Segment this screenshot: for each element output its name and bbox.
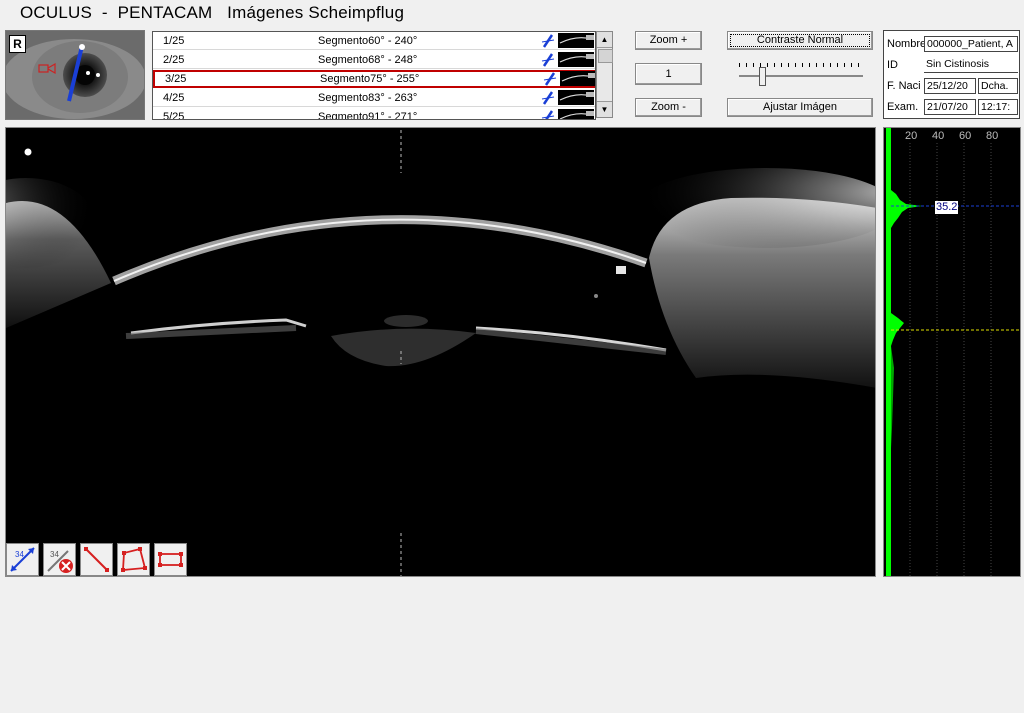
segment-list-scrollbar[interactable]: ▲ ▼ bbox=[596, 31, 613, 118]
segment-number: 5/25 bbox=[163, 111, 185, 120]
scroll-down-arrow-icon[interactable]: ▼ bbox=[597, 101, 612, 117]
line-tool[interactable] bbox=[80, 543, 113, 576]
segment-thumbnail bbox=[558, 90, 594, 105]
delete-measure-tool[interactable]: 34 bbox=[43, 543, 76, 576]
eye-photo bbox=[6, 31, 144, 119]
svg-text:34: 34 bbox=[15, 550, 24, 559]
segment-axis-icon bbox=[541, 91, 555, 105]
contrast-normal-button[interactable]: Contraste Normal bbox=[727, 31, 873, 50]
scheimpflug-image-canvas bbox=[6, 130, 875, 576]
segment-axis-icon bbox=[543, 72, 557, 86]
segment-axis-icon bbox=[541, 110, 555, 119]
contrast-slider-handle[interactable] bbox=[759, 67, 766, 86]
rectangle-icon bbox=[158, 552, 183, 567]
contrast-slider[interactable] bbox=[739, 75, 863, 77]
exam-date-field: 21/07/20 bbox=[924, 99, 976, 115]
histogram-value-label: 35.2 bbox=[935, 201, 958, 214]
line-segment-icon bbox=[84, 547, 109, 572]
histogram-tick: 40 bbox=[932, 130, 945, 142]
dob-field: 25/12/20 bbox=[924, 78, 976, 94]
segment-name: Segmento83° - 263° bbox=[318, 92, 418, 104]
segment-name: Segmento60° - 240° bbox=[318, 35, 418, 47]
histogram-tick: 60 bbox=[959, 130, 972, 142]
segment-axis-icon bbox=[541, 34, 555, 48]
zoom-in-button[interactable]: Zoom + bbox=[635, 31, 702, 50]
id-field: Sin Cistinosis bbox=[924, 57, 1018, 73]
distance-measure-tool[interactable]: 34 bbox=[6, 543, 39, 576]
polygon-icon bbox=[121, 547, 147, 572]
histogram-tick: 80 bbox=[986, 130, 999, 142]
segment-thumbnail bbox=[558, 109, 594, 119]
exam-label: Exam. bbox=[887, 101, 919, 113]
eye-thumbnail[interactable]: R bbox=[5, 30, 145, 120]
delete-ruler-icon: 34 bbox=[47, 550, 73, 573]
histogram-tick: 20 bbox=[905, 130, 918, 142]
scheimpflug-image[interactable] bbox=[5, 127, 876, 577]
segment-axis-icon bbox=[541, 53, 555, 67]
name-field: 000000_Patient, A bbox=[924, 36, 1018, 52]
contrast-slider-ticks bbox=[739, 63, 863, 67]
window-title: OCULUS - PENTACAM Imágenes Scheimpflug bbox=[20, 3, 405, 22]
name-label: Nombre bbox=[887, 38, 927, 50]
segment-name: Segmento91° - 271° bbox=[318, 111, 418, 120]
segment-row-selected[interactable]: 3/25 Segmento75° - 255° bbox=[153, 70, 595, 88]
segment-name: Segmento68° - 248° bbox=[318, 54, 418, 66]
segment-number: 1/25 bbox=[163, 35, 185, 47]
zoom-out-button[interactable]: Zoom - bbox=[635, 98, 702, 117]
segment-number: 4/25 bbox=[163, 92, 185, 104]
ruler-diagonal-icon: 34 bbox=[10, 547, 35, 572]
segment-thumbnail bbox=[558, 33, 594, 48]
scrollbar-thumb[interactable] bbox=[598, 49, 613, 63]
segment-row[interactable]: 5/25 Segmento91° - 271° bbox=[153, 108, 595, 120]
zoom-level-button[interactable]: 1 bbox=[635, 63, 702, 85]
polygon-tool[interactable] bbox=[117, 543, 150, 576]
exam-time-field: 12:17: bbox=[978, 99, 1018, 115]
segment-thumbnail bbox=[560, 71, 595, 86]
id-label: ID bbox=[887, 59, 898, 71]
segment-name: Segmento75° - 255° bbox=[320, 73, 420, 85]
adjust-image-button[interactable]: Ajustar Imágen bbox=[727, 98, 873, 117]
dob-label: F. Naci bbox=[887, 80, 921, 92]
segment-row[interactable]: 4/25 Segmento83° - 263° bbox=[153, 89, 595, 107]
rectangle-tool[interactable] bbox=[154, 543, 187, 576]
density-histogram[interactable]: 20 40 60 80 35.2 bbox=[883, 127, 1021, 577]
histogram-plot bbox=[886, 128, 1020, 576]
segment-thumbnail bbox=[558, 52, 594, 67]
segment-number: 3/25 bbox=[165, 73, 187, 85]
patient-info-panel: Nombre 000000_Patient, A ID Sin Cistinos… bbox=[883, 30, 1020, 119]
eye-field: Dcha. bbox=[978, 78, 1018, 94]
eye-side-label: R bbox=[9, 35, 26, 53]
segment-list[interactable]: 1/25 Segmento60° - 240° 2/25 Segmento68°… bbox=[152, 31, 596, 120]
svg-text:34: 34 bbox=[50, 550, 59, 559]
segment-row[interactable]: 2/25 Segmento68° - 248° bbox=[153, 51, 595, 69]
scroll-up-arrow-icon[interactable]: ▲ bbox=[597, 32, 612, 48]
segment-number: 2/25 bbox=[163, 54, 185, 66]
segment-row[interactable]: 1/25 Segmento60° - 240° bbox=[153, 32, 595, 50]
